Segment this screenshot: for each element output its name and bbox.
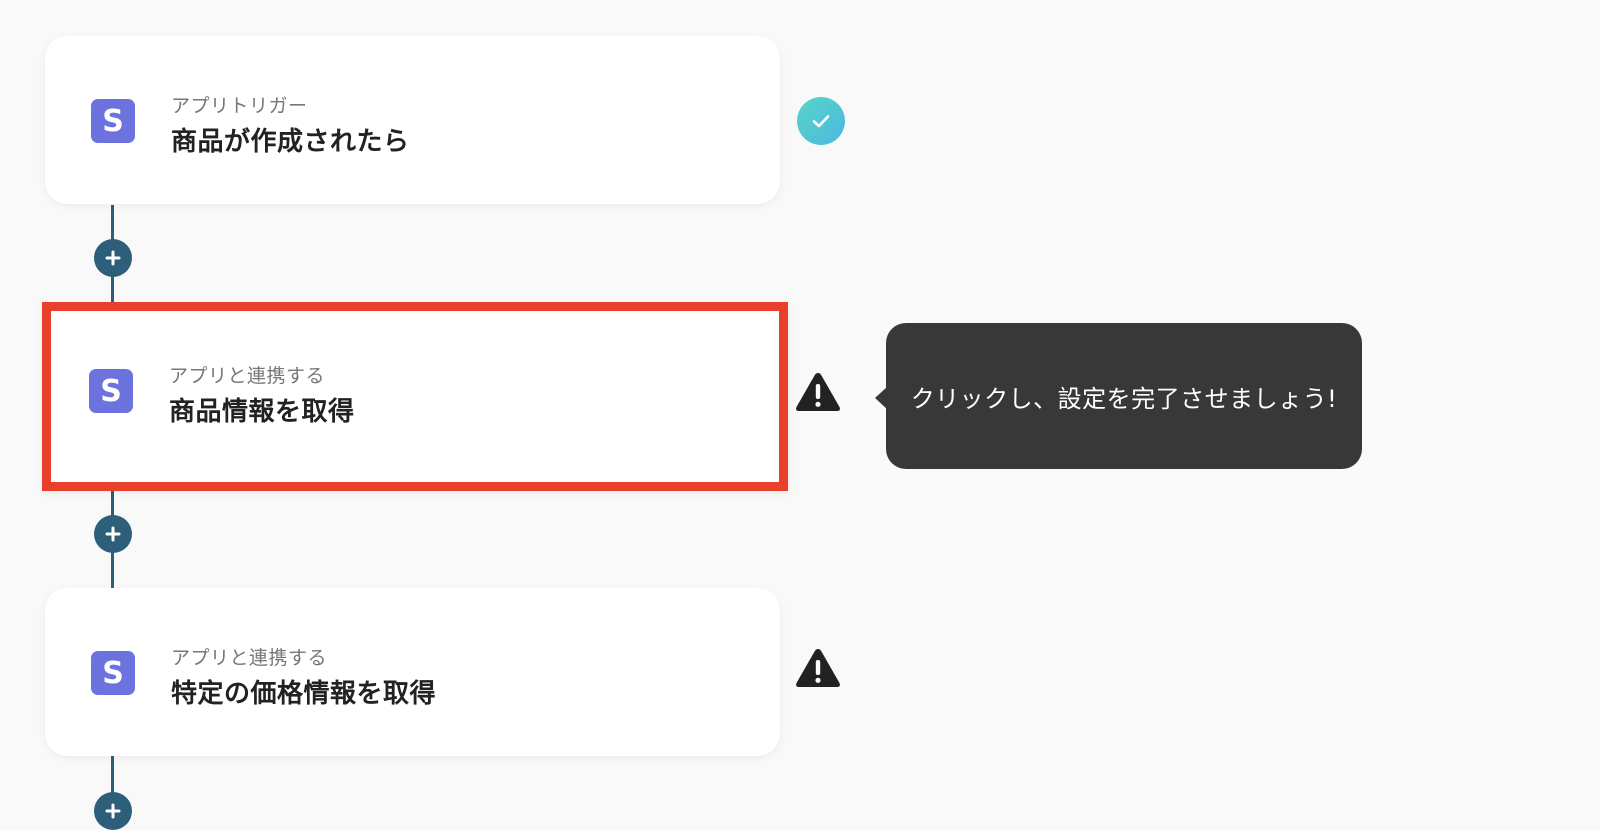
warning-icon <box>796 649 840 687</box>
stripe-app-icon: S <box>91 651 135 695</box>
stripe-app-icon: S <box>89 369 133 413</box>
step-title: 特定の価格情報を取得 <box>171 679 437 709</box>
step-type-label: アプリと連携する <box>171 647 328 669</box>
add-step-button[interactable] <box>94 515 132 553</box>
stripe-app-icon: S <box>91 99 135 143</box>
add-step-button[interactable] <box>94 792 132 830</box>
flow-step-card-get-product[interactable]: S アプリと連携する 商品情報を取得 <box>42 302 788 491</box>
warning-icon <box>796 373 840 411</box>
step-type-label: アプリトリガー <box>171 95 308 117</box>
step-title: 商品情報を取得 <box>169 397 355 427</box>
flow-step-card-get-price[interactable]: S アプリと連携する 特定の価格情報を取得 <box>45 588 780 756</box>
check-icon <box>797 97 845 145</box>
flow-step-card-trigger[interactable]: S アプリトリガー 商品が作成されたら <box>45 36 780 204</box>
step-title: 商品が作成されたら <box>171 127 410 157</box>
tooltip-text: クリックし、設定を完了させましょう! <box>910 384 1338 413</box>
setup-tooltip: クリックし、設定を完了させましょう! <box>875 323 1362 469</box>
plus-icon <box>105 250 121 266</box>
step-type-label: アプリと連携する <box>169 365 326 387</box>
plus-icon <box>105 803 121 819</box>
plus-icon <box>105 526 121 542</box>
add-step-button[interactable] <box>94 239 132 277</box>
